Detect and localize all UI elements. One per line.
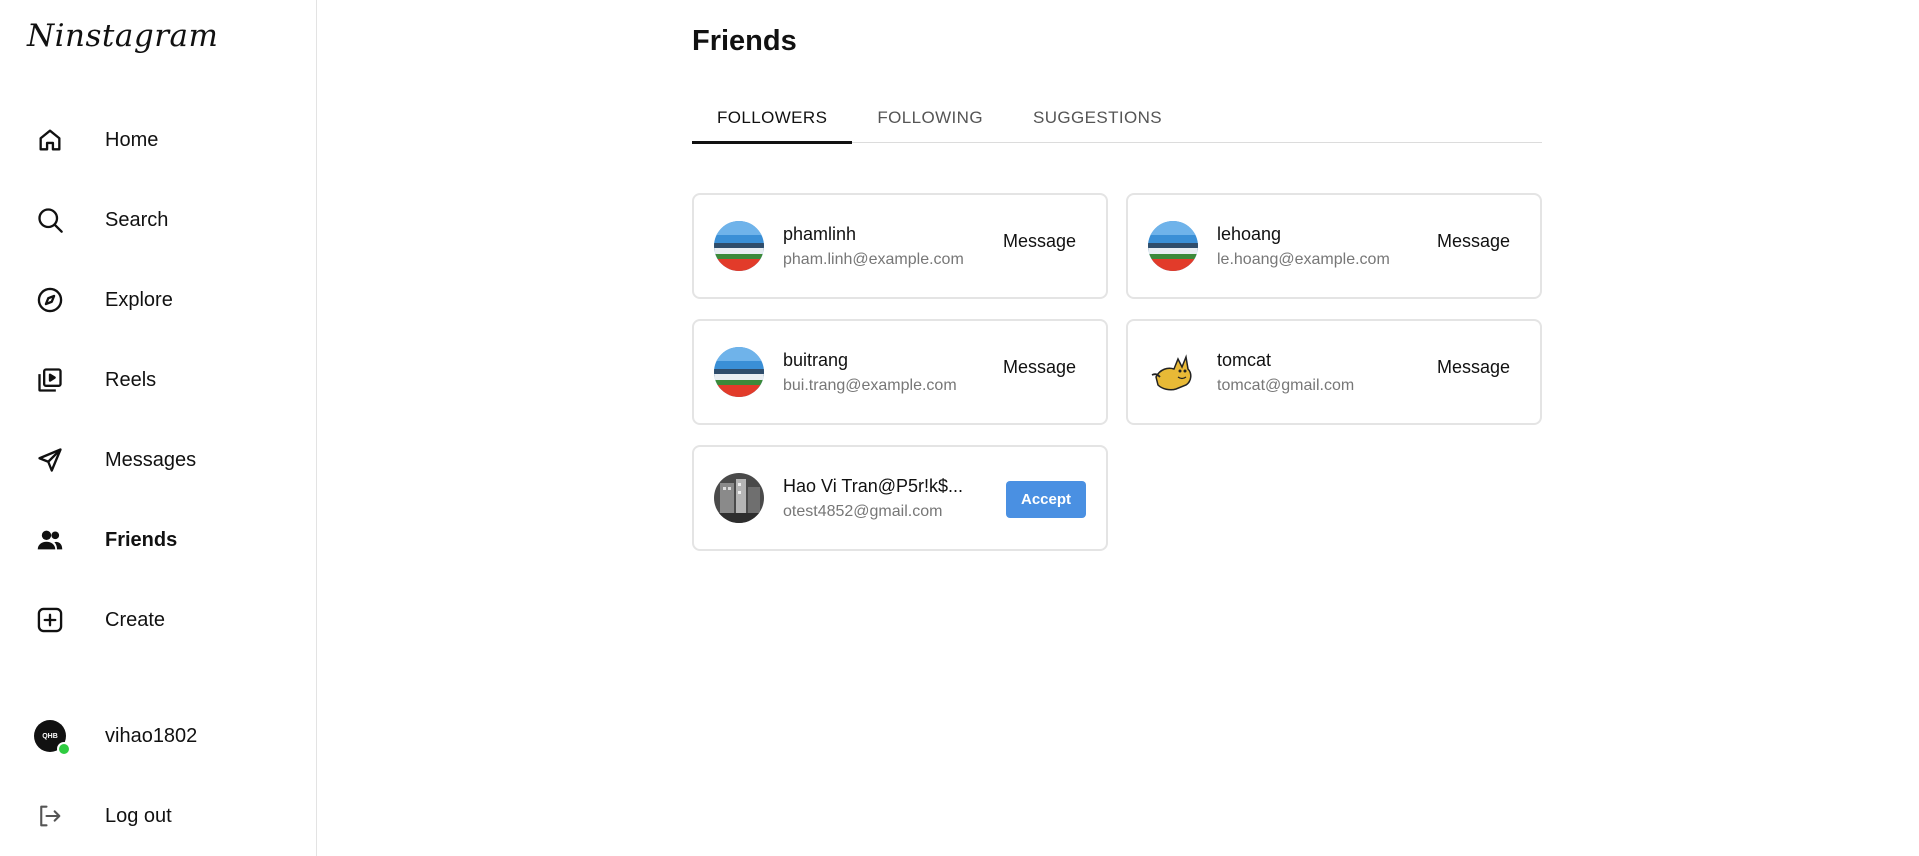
message-button[interactable]: Message: [1003, 357, 1076, 378]
sidebar-item-label: Friends: [105, 528, 178, 551]
logout-button[interactable]: Log out: [0, 776, 316, 856]
stadium-avatar[interactable]: [714, 221, 764, 271]
friend-card: phamlinh pham.linh@example.com Message: [692, 193, 1108, 299]
stadium-avatar[interactable]: [714, 347, 764, 397]
reels-icon: [34, 364, 66, 396]
accept-button[interactable]: Accept: [1006, 481, 1086, 518]
sidebar-item-label: Create: [105, 608, 166, 631]
compass-icon: [34, 284, 66, 316]
people-icon: [34, 524, 66, 556]
avatar-text: QHB: [42, 732, 58, 740]
sidebar-nav: Home Search Explore Reels Messages Frien…: [0, 100, 316, 660]
sidebar-item-label: Explore: [105, 288, 173, 311]
sidebar-item-create[interactable]: Create: [0, 580, 316, 660]
stadium-avatar[interactable]: [1148, 221, 1198, 271]
message-button[interactable]: Message: [1437, 231, 1510, 252]
sidebar-item-profile[interactable]: QHB vihao1802: [0, 696, 316, 776]
friend-info: buitrang bui.trang@example.com: [783, 350, 983, 395]
friend-card: tomcat tomcat@gmail.com Message: [1126, 319, 1542, 425]
friend-email: bui.trang@example.com: [783, 376, 957, 394]
sidebar-item-search[interactable]: Search: [0, 180, 316, 260]
avatar: QHB: [34, 720, 71, 756]
search-icon: [34, 204, 66, 236]
friend-info: Hao Vi Tran@P5r!k$... otest4852@gmail.co…: [783, 476, 983, 521]
sidebar-item-messages[interactable]: Messages: [0, 420, 316, 500]
sidebar: Ninstagram Home Search Explore Reels Mes…: [0, 0, 317, 856]
send-icon: [34, 444, 66, 476]
friend-card: lehoang le.hoang@example.com Message: [1126, 193, 1542, 299]
friend-info: tomcat tomcat@gmail.com: [1217, 350, 1417, 395]
friend-email: otest4852@gmail.com: [783, 502, 943, 520]
photo-avatar[interactable]: [714, 473, 764, 523]
sidebar-item-label: Messages: [105, 448, 197, 471]
tab-suggestions[interactable]: SUGGESTIONS: [1008, 92, 1187, 143]
friend-username[interactable]: phamlinh: [783, 224, 975, 245]
friend-info: lehoang le.hoang@example.com: [1217, 224, 1417, 269]
friend-email: pham.linh@example.com: [783, 250, 964, 268]
profile-avatar-wrap: QHB: [34, 720, 71, 756]
sidebar-item-home[interactable]: Home: [0, 100, 316, 180]
friend-card: Hao Vi Tran@P5r!k$... otest4852@gmail.co…: [692, 445, 1108, 551]
app-logo[interactable]: Ninstagram: [27, 18, 218, 54]
profile-username: vihao1802: [105, 724, 198, 747]
sidebar-item-friends[interactable]: Friends: [0, 500, 316, 580]
friend-info: phamlinh pham.linh@example.com: [783, 224, 983, 269]
tab-following[interactable]: FOLLOWING: [852, 92, 1008, 143]
online-status-dot: [57, 742, 71, 756]
sidebar-item-label: Reels: [105, 368, 157, 391]
message-button[interactable]: Message: [1003, 231, 1076, 252]
page-title: Friends: [692, 25, 797, 57]
sidebar-item-reels[interactable]: Reels: [0, 340, 316, 420]
sidebar-item-explore[interactable]: Explore: [0, 260, 316, 340]
friend-email: le.hoang@example.com: [1217, 250, 1390, 268]
friend-email: tomcat@gmail.com: [1217, 376, 1355, 394]
tomcat-avatar[interactable]: [1148, 347, 1198, 397]
friend-username[interactable]: tomcat: [1217, 350, 1409, 371]
message-button[interactable]: Message: [1437, 357, 1510, 378]
logout-label: Log out: [105, 804, 172, 827]
sidebar-item-label: Home: [105, 128, 159, 151]
friend-username[interactable]: buitrang: [783, 350, 975, 371]
sidebar-item-label: Search: [105, 208, 169, 231]
logout-icon: [34, 800, 66, 832]
friend-card: buitrang bui.trang@example.com Message: [692, 319, 1108, 425]
home-icon: [34, 124, 66, 156]
plus-square-icon: [34, 604, 66, 636]
friends-tabs: FOLLOWERS FOLLOWING SUGGESTIONS: [692, 92, 1542, 144]
friend-username[interactable]: lehoang: [1217, 224, 1409, 245]
friend-username[interactable]: Hao Vi Tran@P5r!k$...: [783, 476, 975, 497]
tab-followers[interactable]: FOLLOWERS: [692, 92, 853, 144]
